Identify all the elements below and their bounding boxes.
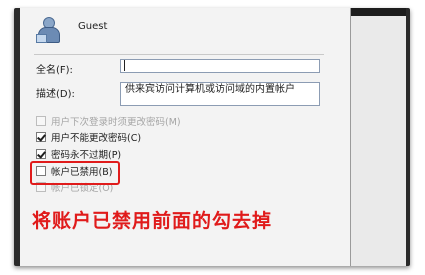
text-caret [124,60,125,71]
separator [34,54,324,55]
password-never-expires-label: 密码永不过期(P) [51,149,122,161]
background-window-titlebar [351,8,406,16]
annotation-text: 将账户已禁用前面的勾去掉 [32,210,273,232]
cannot-change-password-checkbox[interactable] [36,131,46,142]
option-password-never-expires[interactable]: 密码永不过期(P) [36,147,122,161]
must-change-password-label: 用户下次登录时须更改密码(M) [51,116,181,128]
option-cannot-change-password[interactable]: 用户不能更改密码(C) [36,130,142,144]
full-name-label: 全名(F): [36,65,73,76]
full-name-input[interactable] [120,59,320,73]
background-window [351,8,406,266]
user-name: Guest [78,21,108,32]
user-avatar-icon [36,16,60,44]
must-change-password-checkbox [36,115,46,126]
cannot-change-password-label: 用户不能更改密码(C) [51,132,142,144]
option-must-change-password: 用户下次登录时须更改密码(M) [36,114,181,128]
highlight-box [30,161,120,185]
password-never-expires-checkbox[interactable] [36,148,46,159]
description-input[interactable]: 供来宾访问计算机或访问域的内置帐户 [120,82,320,106]
avatar-monitor [36,34,47,43]
description-label: 描述(D): [36,89,75,100]
